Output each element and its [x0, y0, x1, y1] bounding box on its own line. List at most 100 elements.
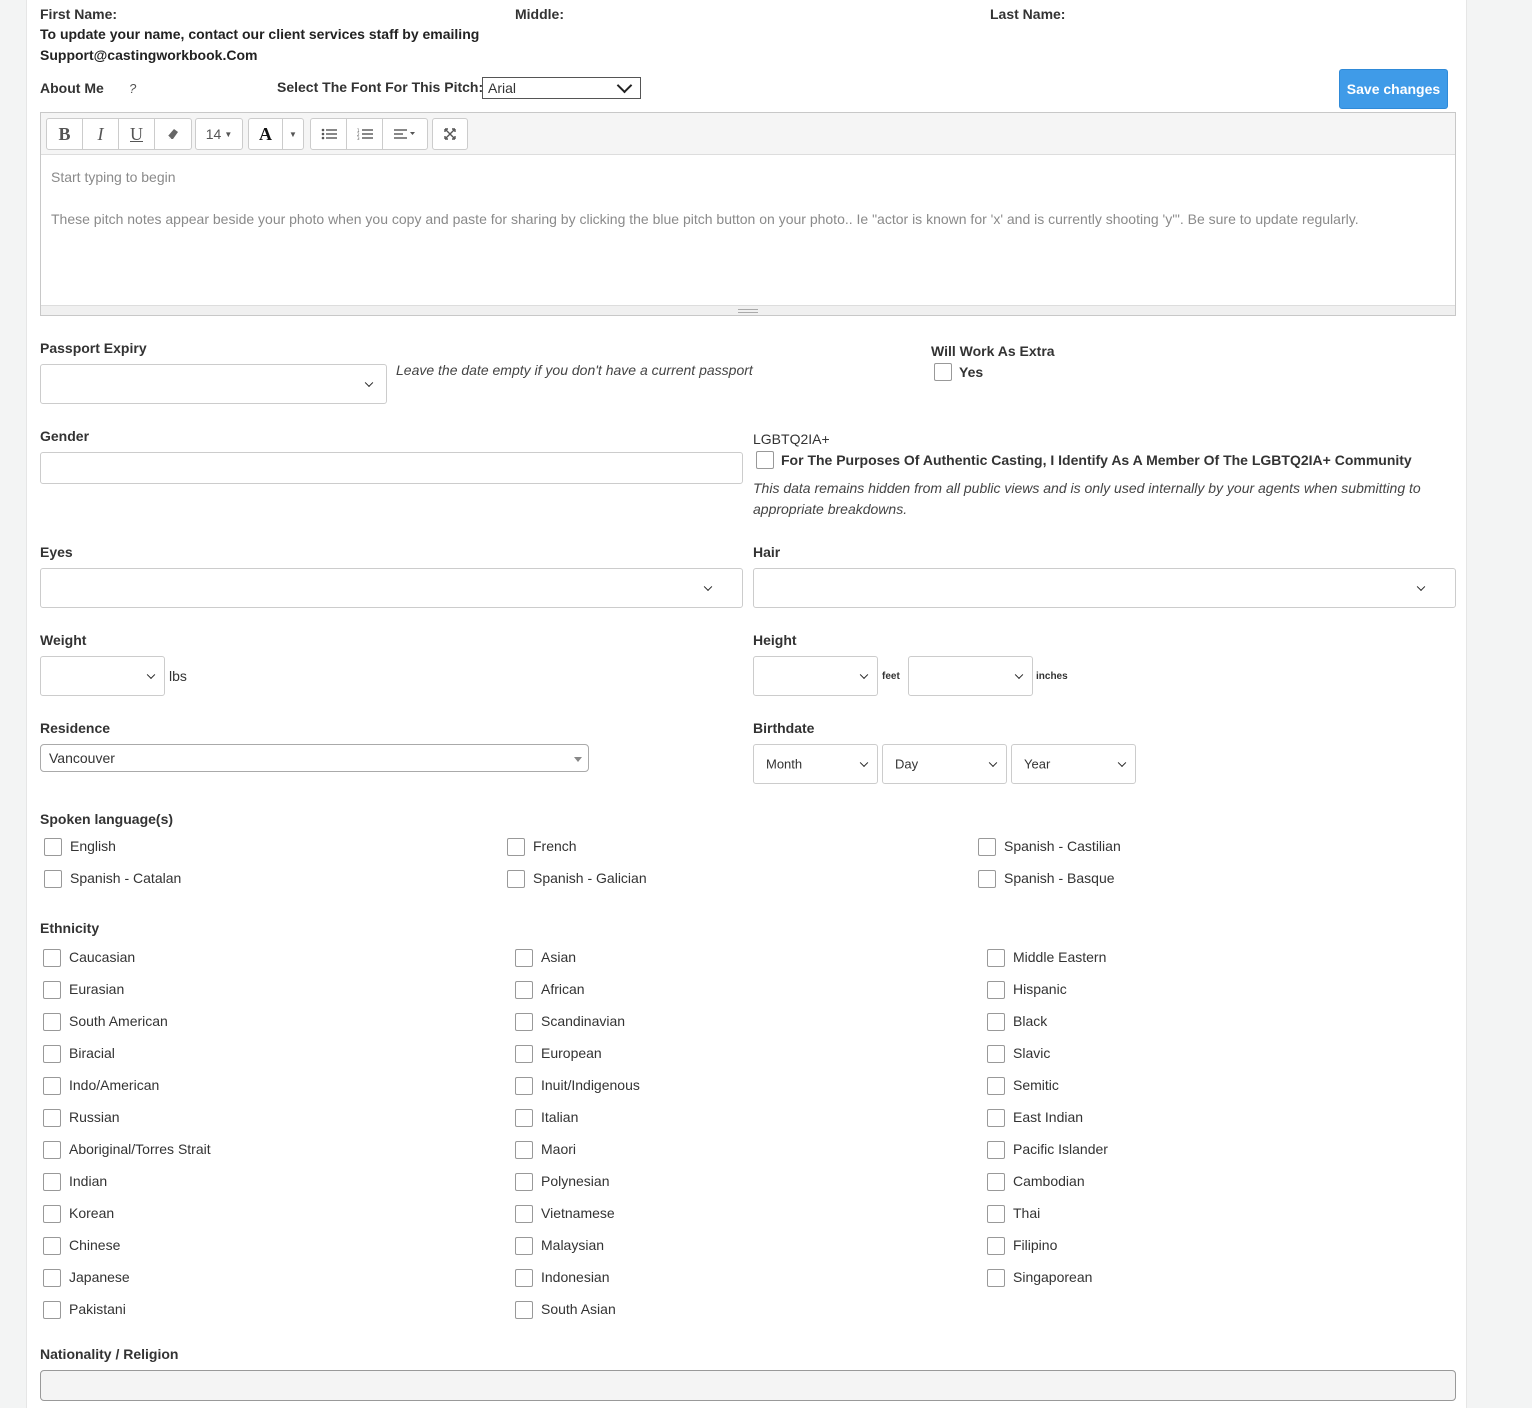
bold-icon[interactable]: B [47, 119, 83, 149]
language-checkbox-english[interactable] [44, 838, 62, 856]
ethnicity-checkbox-pakistani[interactable] [43, 1301, 61, 1319]
nationality-label: Nationality / Religion [40, 1346, 179, 1362]
fullscreen-group [432, 118, 468, 150]
font-size-button[interactable]: 14 ▼ [196, 119, 242, 149]
editor-resize-handle[interactable] [41, 305, 1455, 315]
italic-icon[interactable]: I [83, 119, 119, 149]
language-checkbox-spanish-castilian[interactable] [978, 838, 996, 856]
grip-icon [738, 309, 758, 313]
ethnicity-checkbox-inuit-indigenous[interactable] [515, 1077, 533, 1095]
extra-yes-checkbox[interactable] [934, 363, 952, 381]
ethnicity-checkbox-eurasian[interactable] [43, 981, 61, 999]
height-inches-select[interactable] [908, 656, 1033, 696]
ethnicity-label: African [541, 981, 585, 997]
ethnicity-checkbox-vietnamese[interactable] [515, 1205, 533, 1223]
fullscreen-icon[interactable] [433, 119, 467, 149]
ethnicity-label: Indo/American [69, 1077, 160, 1093]
about-help-icon[interactable]: ? [129, 81, 136, 96]
ethnicity-checkbox-polynesian[interactable] [515, 1173, 533, 1191]
ethnicity-checkbox-middle-eastern[interactable] [987, 949, 1005, 967]
middle-name-label: Middle: [515, 6, 564, 22]
ethnicity-checkbox-indonesian[interactable] [515, 1269, 533, 1287]
ethnicity-label: Asian [541, 949, 577, 965]
ethnicity-checkbox-korean[interactable] [43, 1205, 61, 1223]
ethnicity-label: Chinese [69, 1237, 121, 1253]
height-label: Height [753, 632, 797, 648]
ethnicity-checkbox-filipino[interactable] [987, 1237, 1005, 1255]
save-changes-button[interactable]: Save changes [1339, 69, 1448, 109]
pitch-font-select[interactable]: Arial [482, 77, 641, 99]
pitch-editor-content[interactable]: Start typing to begin These pitch notes … [51, 167, 1445, 251]
ethnicity-checkbox-semitic[interactable] [987, 1077, 1005, 1095]
ethnicity-checkbox-caucasian[interactable] [43, 949, 61, 967]
lgbtq-checkbox[interactable] [756, 451, 774, 469]
ethnicity-label: Vietnamese [541, 1205, 615, 1221]
birth-year-select[interactable]: Year [1011, 744, 1136, 784]
ethnicity-label: South American [69, 1013, 168, 1029]
residence-label: Residence [40, 720, 111, 736]
birth-year-value: Year [1024, 756, 1051, 772]
ethnicity-checkbox-pacific-islander[interactable] [987, 1141, 1005, 1159]
height-feet-select[interactable] [753, 656, 878, 696]
underline-icon[interactable]: U [119, 119, 155, 149]
align-icon[interactable] [383, 119, 427, 149]
language-checkbox-french[interactable] [507, 838, 525, 856]
ethnicity-checkbox-biracial[interactable] [43, 1045, 61, 1063]
ethnicity-checkbox-italian[interactable] [515, 1109, 533, 1127]
ethnicity-label: East Indian [1013, 1109, 1084, 1125]
ethnicity-checkbox-japanese[interactable] [43, 1269, 61, 1287]
ethnicity-checkbox-aboriginal-torres-strait[interactable] [43, 1141, 61, 1159]
ethnicity-checkbox-scandinavian[interactable] [515, 1013, 533, 1031]
ethnicity-checkbox-singaporean[interactable] [987, 1269, 1005, 1287]
ethnicity-checkbox-black[interactable] [987, 1013, 1005, 1031]
color-dropdown-icon[interactable]: ▼ [283, 119, 303, 149]
ordered-list-icon[interactable]: 123 [347, 119, 383, 149]
height-inches-unit: inches [1036, 671, 1068, 682]
caret-down-icon [574, 757, 582, 762]
gender-input[interactable] [40, 452, 743, 484]
ethnicity-checkbox-south-american[interactable] [43, 1013, 61, 1031]
birth-day-select[interactable]: Day [882, 744, 1007, 784]
support-email-link[interactable]: Support@castingworkbook.Com [40, 45, 479, 66]
text-color-icon[interactable]: A [249, 119, 283, 149]
chevron-down-icon [1014, 670, 1024, 680]
language-checkbox-spanish-galician[interactable] [507, 870, 525, 888]
residence-select[interactable]: Vancouver [40, 744, 589, 772]
lgbtq-privacy-note: This data remains hidden from all public… [753, 478, 1421, 520]
ethnicity-checkbox-malaysian[interactable] [515, 1237, 533, 1255]
ethnicity-checkbox-slavic[interactable] [987, 1045, 1005, 1063]
ethnicity-checkbox-thai[interactable] [987, 1205, 1005, 1223]
color-group: A ▼ [248, 118, 304, 150]
chevron-down-icon [1416, 582, 1426, 592]
chevron-down-icon [146, 670, 156, 680]
ethnicity-label: European [541, 1045, 602, 1061]
ethnicity-label: Scandinavian [541, 1013, 626, 1029]
ethnicity-label: Thai [1013, 1205, 1041, 1221]
ethnicity-checkbox-south-asian[interactable] [515, 1301, 533, 1319]
eyes-select[interactable] [40, 568, 743, 608]
language-checkbox-spanish-catalan[interactable] [44, 870, 62, 888]
ethnicity-checkbox-indian[interactable] [43, 1173, 61, 1191]
ethnicity-label: Middle Eastern [1013, 949, 1107, 965]
ethnicity-checkbox-russian[interactable] [43, 1109, 61, 1127]
weight-select[interactable] [40, 656, 165, 696]
birth-month-select[interactable]: Month [753, 744, 878, 784]
ethnicity-checkbox-asian[interactable] [515, 949, 533, 967]
eraser-icon[interactable] [155, 119, 191, 149]
ethnicity-label: Polynesian [541, 1173, 610, 1189]
ethnicity-label: Cambodian [1013, 1173, 1085, 1189]
nationality-input[interactable] [40, 1370, 1456, 1401]
ethnicity-checkbox-cambodian[interactable] [987, 1173, 1005, 1191]
passport-expiry-select[interactable] [40, 364, 387, 404]
ethnicity-checkbox-european[interactable] [515, 1045, 533, 1063]
ethnicity-checkbox-hispanic[interactable] [987, 981, 1005, 999]
ethnicity-checkbox-indo-american[interactable] [43, 1077, 61, 1095]
unordered-list-icon[interactable] [311, 119, 347, 149]
ethnicity-checkbox-east-indian[interactable] [987, 1109, 1005, 1127]
ethnicity-checkbox-african[interactable] [515, 981, 533, 999]
ethnicity-checkbox-chinese[interactable] [43, 1237, 61, 1255]
editor-toolbar: B I U 14 ▼ A ▼ 123 [41, 113, 1455, 155]
hair-select[interactable] [753, 568, 1456, 608]
ethnicity-checkbox-maori[interactable] [515, 1141, 533, 1159]
language-checkbox-spanish-basque[interactable] [978, 870, 996, 888]
